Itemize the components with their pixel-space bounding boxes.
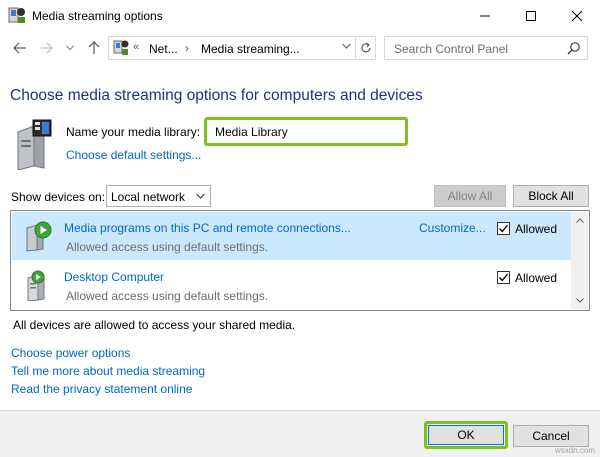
media-library-icon [17, 119, 52, 170]
title-bar: Media streaming options [0, 0, 600, 32]
chevron-down-icon [66, 45, 74, 51]
chevron-down-icon [575, 298, 584, 303]
chevron-up-icon [575, 218, 584, 223]
chevron-down-icon [196, 191, 205, 201]
chevron-down-icon [342, 43, 351, 49]
arrow-right-icon [40, 42, 53, 54]
media-device-icon [26, 221, 52, 252]
show-devices-value: Local network [111, 190, 186, 204]
breadcrumb-network[interactable]: Net... [149, 42, 178, 56]
library-name-input[interactable] [211, 123, 401, 140]
check-icon [499, 273, 509, 282]
breadcrumb-media-streaming[interactable]: Media streaming... [201, 42, 300, 56]
arrow-up-icon [88, 41, 100, 54]
allowed-checkbox[interactable] [497, 271, 510, 284]
address-dropdown-button[interactable] [342, 41, 351, 52]
search-icon [567, 42, 580, 55]
check-icon [499, 224, 509, 233]
close-button[interactable] [554, 0, 600, 32]
allowed-label: Allowed [515, 271, 558, 285]
device-description: Allowed access using default settings. [66, 240, 269, 254]
scroll-up-button[interactable] [571, 212, 588, 229]
choose-default-settings-link[interactable]: Choose default settings... [66, 148, 201, 162]
address-row: « Net... › Media streaming... Search Con… [0, 32, 600, 64]
media-streaming-icon [113, 40, 129, 55]
minimize-button[interactable] [462, 0, 508, 32]
maximize-button[interactable] [508, 0, 554, 32]
up-button[interactable] [84, 38, 104, 58]
library-name-label: Name your media library: [66, 125, 201, 139]
scroll-down-button[interactable] [571, 292, 588, 309]
minimize-icon [480, 15, 490, 17]
forward-button[interactable] [36, 38, 56, 58]
window-title: Media streaming options [32, 9, 163, 23]
media-streaming-icon [8, 7, 25, 23]
back-button[interactable] [10, 38, 30, 58]
customize-link[interactable]: Customize... [419, 221, 486, 235]
dialog-footer: OK Cancel [0, 410, 600, 457]
device-list[interactable]: Media programs on this PC and remote con… [10, 210, 590, 311]
allowed-checkbox[interactable] [497, 222, 510, 235]
privacy-statement-link[interactable]: Read the privacy statement online [11, 382, 192, 396]
arrow-left-icon [13, 42, 26, 54]
device-name-link[interactable]: Media programs on this PC and remote con… [64, 221, 351, 235]
refresh-icon [361, 42, 371, 53]
block-all-button[interactable]: Block All [513, 185, 589, 207]
tell-me-more-link[interactable]: Tell me more about media streaming [11, 364, 205, 378]
power-options-link[interactable]: Choose power options [11, 346, 130, 360]
library-name-highlight [204, 117, 408, 146]
breadcrumb-separator[interactable]: › [185, 41, 189, 55]
close-icon [571, 10, 583, 22]
recent-locations-button[interactable] [60, 38, 80, 58]
cancel-button[interactable]: Cancel [513, 425, 589, 447]
desktop-computer-icon [27, 270, 45, 301]
address-overflow[interactable]: « [133, 41, 139, 53]
page-title: Choose media streaming options for compu… [10, 87, 423, 104]
all-devices-status: All devices are allowed to access your s… [13, 318, 296, 332]
device-description: Allowed access using default settings. [66, 289, 269, 303]
maximize-icon [526, 11, 536, 21]
allowed-label: Allowed [515, 222, 558, 236]
show-devices-label: Show devices on: [11, 190, 106, 204]
search-input[interactable]: Search Control Panel [394, 42, 508, 56]
ok-highlight: OK [424, 421, 508, 449]
device-row-media-programs[interactable]: Media programs on this PC and remote con… [12, 212, 571, 260]
watermark: wsxdn.com [555, 446, 596, 455]
ok-button[interactable]: OK [428, 425, 504, 445]
device-row-desktop-computer[interactable]: Desktop Computer Allowed access using de… [12, 261, 571, 309]
refresh-button[interactable] [356, 36, 376, 60]
address-bar[interactable]: « Net... › Media streaming... [108, 36, 356, 60]
device-name-link[interactable]: Desktop Computer [64, 270, 164, 284]
allow-all-button[interactable]: Allow All [434, 185, 506, 207]
show-devices-select[interactable]: Local network [106, 185, 211, 207]
search-box[interactable]: Search Control Panel [384, 36, 588, 60]
device-list-scrollbar[interactable] [571, 212, 588, 309]
